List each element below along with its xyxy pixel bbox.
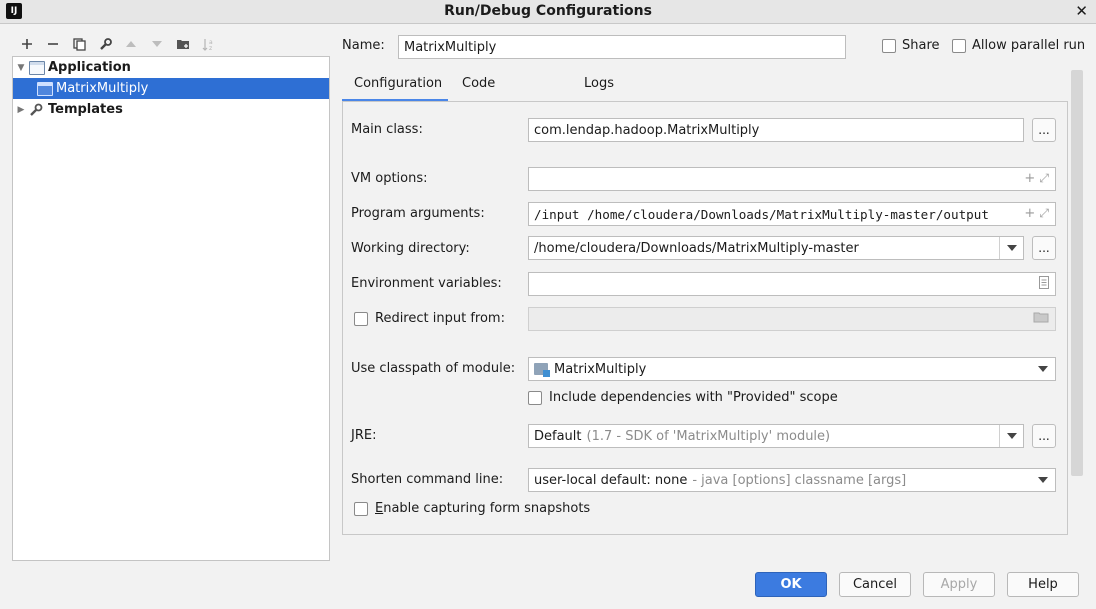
- close-icon[interactable]: ✕: [1075, 2, 1088, 20]
- mnemonic-letter: E: [375, 501, 384, 516]
- wrench-icon: [29, 103, 45, 117]
- include-dependencies-checkbox[interactable]: [528, 391, 542, 405]
- jre-label: JRE:: [351, 428, 377, 443]
- apply-button[interactable]: Apply: [923, 572, 995, 597]
- tree-item-label: Application: [48, 60, 131, 75]
- main-class-field[interactable]: com.lendap.hadoop.MatrixMultiply: [528, 118, 1024, 142]
- working-directory-value: /home/cloudera/Downloads/MatrixMultiply-…: [534, 240, 859, 256]
- share-checkbox[interactable]: [882, 39, 896, 53]
- expand-arrow-icon[interactable]: ▼: [13, 63, 29, 73]
- application-folder-icon: [29, 60, 45, 75]
- environment-variables-field[interactable]: [528, 272, 1056, 296]
- document-icon[interactable]: [1039, 276, 1049, 293]
- expand-icon[interactable]: ⤢: [1039, 171, 1049, 185]
- program-arguments-actions: + ⤢: [1024, 206, 1049, 221]
- tree-item-application[interactable]: ▼ Application: [13, 57, 329, 78]
- enable-snapshots-label: Enable capturing form snapshots: [375, 501, 590, 516]
- chevron-down-icon[interactable]: [999, 425, 1023, 447]
- shorten-command-line-combo[interactable]: user-local default: none - java [options…: [528, 468, 1056, 492]
- tree-item-label: Templates: [48, 102, 123, 117]
- program-arguments-value: /input /home/cloudera/Downloads/MatrixMu…: [534, 206, 989, 222]
- window-title: Run/Debug Configurations: [444, 3, 652, 19]
- copy-icon[interactable]: [66, 34, 92, 54]
- sort-icon[interactable]: az: [196, 34, 222, 54]
- tree-item-label: MatrixMultiply: [56, 81, 149, 96]
- svg-text:z: z: [209, 45, 212, 51]
- move-up-icon[interactable]: [118, 34, 144, 54]
- include-dependencies-label: Include dependencies with "Provided" sco…: [549, 390, 838, 405]
- title-bar: IJ Run/Debug Configurations ✕: [0, 0, 1096, 24]
- working-directory-combo[interactable]: /home/cloudera/Downloads/MatrixMultiply-…: [528, 236, 1024, 260]
- collapse-arrow-icon[interactable]: ▶: [13, 105, 29, 115]
- classpath-module-value: MatrixMultiply: [554, 361, 647, 377]
- module-icon: [534, 363, 550, 377]
- configuration-tree: ▼ Application MatrixMultiply ▶ Templates: [12, 56, 330, 561]
- jre-value: Default: [534, 428, 582, 444]
- application-icon: [37, 81, 53, 96]
- shorten-command-line-value: user-local default: none: [534, 472, 688, 488]
- program-arguments-label: Program arguments:: [351, 206, 485, 221]
- add-icon[interactable]: [14, 34, 40, 54]
- scrollbar[interactable]: [1071, 70, 1083, 476]
- shorten-command-line-detail: - java [options] classname [args]: [692, 472, 907, 488]
- classpath-module-combo[interactable]: MatrixMultiply: [528, 357, 1056, 381]
- environment-variables-label: Environment variables:: [351, 276, 502, 291]
- jre-browse-button[interactable]: ...: [1032, 424, 1056, 448]
- enable-snapshots-label-rest: nable capturing form snapshots: [383, 501, 591, 516]
- chevron-down-icon[interactable]: [1031, 469, 1055, 491]
- tree-item-templates[interactable]: ▶ Templates: [13, 99, 329, 120]
- tree-toolbar: az: [14, 34, 222, 54]
- share-label: Share: [902, 38, 940, 53]
- jre-detail: (1.7 - SDK of 'MatrixMultiply' module): [586, 428, 831, 444]
- vm-options-field[interactable]: + ⤢: [528, 167, 1056, 191]
- jre-combo[interactable]: Default (1.7 - SDK of 'MatrixMultiply' m…: [528, 424, 1024, 448]
- working-directory-browse-button[interactable]: ...: [1032, 236, 1056, 260]
- classpath-module-label: Use classpath of module:: [351, 361, 516, 376]
- expand-icon[interactable]: ⤢: [1039, 206, 1049, 220]
- tree-item-matrixmultiply[interactable]: MatrixMultiply: [13, 78, 329, 99]
- tab-code-coverage[interactable]: Code Coverage: [462, 72, 524, 115]
- help-button[interactable]: Help: [1007, 572, 1079, 597]
- allow-parallel-checkbox[interactable]: [952, 39, 966, 53]
- redirect-input-field[interactable]: [528, 307, 1056, 331]
- allow-parallel-label: Allow parallel run: [972, 38, 1086, 53]
- enable-snapshots-checkbox[interactable]: [354, 502, 368, 516]
- move-down-icon[interactable]: [144, 34, 170, 54]
- name-field[interactable]: MatrixMultiply: [398, 35, 846, 59]
- cancel-button[interactable]: Cancel: [839, 572, 911, 597]
- main-class-label: Main class:: [351, 122, 423, 137]
- ok-button[interactable]: OK: [755, 572, 827, 597]
- chevron-down-icon[interactable]: [999, 237, 1023, 259]
- vm-options-label: VM options:: [351, 171, 428, 186]
- wrench-icon[interactable]: [92, 34, 118, 54]
- tab-logs[interactable]: Logs: [584, 72, 614, 102]
- working-directory-label: Working directory:: [351, 241, 470, 256]
- redirect-input-checkbox[interactable]: [354, 312, 368, 326]
- shorten-command-line-label: Shorten command line:: [351, 472, 504, 487]
- vm-options-actions: + ⤢: [1024, 171, 1049, 186]
- main-class-browse-button[interactable]: ...: [1032, 118, 1056, 142]
- name-label: Name:: [342, 38, 385, 53]
- folder-icon[interactable]: [1033, 311, 1049, 327]
- chevron-down-icon[interactable]: [1031, 358, 1055, 380]
- redirect-input-label: Redirect input from:: [375, 311, 505, 326]
- new-folder-icon[interactable]: [170, 34, 196, 54]
- remove-icon[interactable]: [40, 34, 66, 54]
- add-icon[interactable]: +: [1024, 171, 1035, 186]
- program-arguments-field[interactable]: /input /home/cloudera/Downloads/MatrixMu…: [528, 202, 1056, 226]
- add-icon[interactable]: +: [1024, 206, 1035, 221]
- tab-configuration[interactable]: Configuration: [342, 72, 448, 102]
